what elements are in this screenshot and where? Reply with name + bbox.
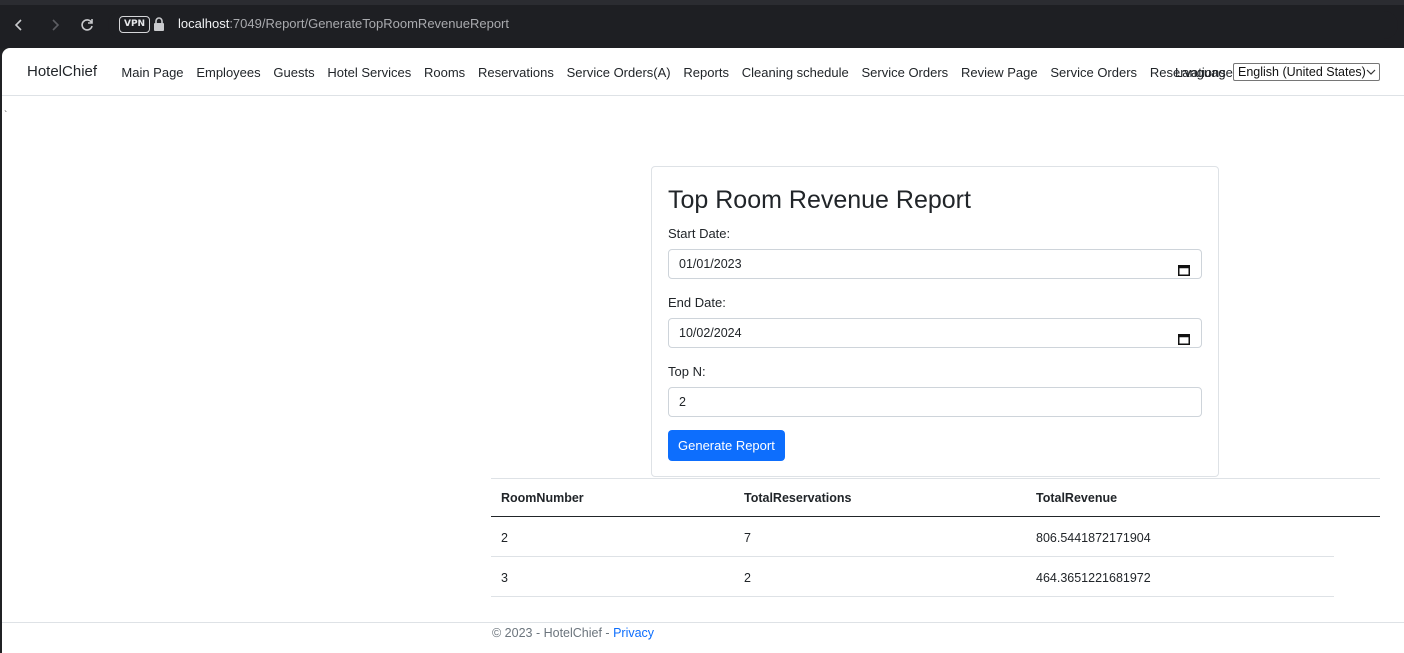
lock-icon[interactable]	[153, 17, 165, 31]
nav-links: Main Page Employees Guests Hotel Service…	[115, 65, 1232, 80]
top-n-input[interactable]: 2	[668, 387, 1202, 417]
end-date-label: End Date:	[668, 295, 726, 310]
start-date-label: Start Date:	[668, 226, 731, 241]
page-title: Top Room Revenue Report	[668, 186, 971, 214]
privacy-link[interactable]: Privacy	[613, 626, 654, 640]
column-header-room-number: RoomNumber	[501, 491, 584, 505]
brand-link[interactable]: HotelChief	[27, 63, 97, 80]
nav-link-service-orders-2[interactable]: Service Orders	[1044, 65, 1143, 80]
url-host: localhost	[178, 16, 230, 31]
cell-total-revenue: 464.3651221681972	[1036, 571, 1151, 585]
calendar-icon[interactable]	[1178, 258, 1190, 276]
chevron-down-icon	[1366, 64, 1376, 85]
back-icon[interactable]	[8, 14, 30, 36]
cell-room-number: 2	[501, 531, 508, 545]
generate-report-button[interactable]: Generate Report	[668, 430, 785, 461]
column-header-total-reservations: TotalReservations	[744, 491, 852, 505]
language-label: Language	[1175, 65, 1233, 80]
browser-toolbar: VPN localhost:7049/Report/GenerateTopRoo…	[0, 0, 1404, 48]
start-date-input[interactable]: 01/01/2023	[668, 249, 1202, 279]
cell-total-revenue: 806.5441872171904	[1036, 531, 1151, 545]
top-n-value: 2	[679, 395, 686, 409]
column-header-total-revenue: TotalRevenue	[1036, 491, 1118, 505]
nav-link-reports[interactable]: Reports	[677, 65, 735, 80]
cell-room-number: 3	[501, 571, 508, 585]
table-top-border	[491, 478, 1380, 479]
language-selected-value: English (United States)	[1238, 65, 1366, 79]
report-form-card: Top Room Revenue Report Start Date: 01/0…	[651, 166, 1219, 477]
reload-icon[interactable]	[76, 14, 98, 36]
tab-strip	[0, 0, 1404, 5]
footer-copyright: © 2023 - HotelChief -	[492, 626, 614, 640]
page-viewport: HotelChief Main Page Employees Guests Ho…	[2, 48, 1404, 653]
footer-divider	[2, 622, 1404, 623]
vpn-badge[interactable]: VPN	[119, 16, 151, 33]
top-n-label: Top N:	[668, 364, 706, 379]
nav-link-cleaning-schedule[interactable]: Cleaning schedule	[735, 65, 855, 80]
nav-link-review-page[interactable]: Review Page	[955, 65, 1044, 80]
nav-link-service-orders[interactable]: Service Orders	[855, 65, 954, 80]
nav-link-hotel-services[interactable]: Hotel Services	[321, 65, 418, 80]
row-divider	[491, 556, 1334, 557]
nav-link-service-orders-admin[interactable]: Service Orders(A)	[560, 65, 677, 80]
cell-total-reservations: 7	[744, 531, 751, 545]
nav-link-reservations[interactable]: Reservations	[472, 65, 561, 80]
end-date-value: 10/02/2024	[679, 326, 742, 340]
address-text[interactable]: localhost:7049/Report/GenerateTopRoomRev…	[178, 16, 509, 31]
footer: © 2023 - HotelChief - Privacy	[492, 626, 654, 640]
top-navbar: HotelChief Main Page Employees Guests Ho…	[2, 48, 1404, 96]
forward-icon[interactable]	[44, 14, 66, 36]
row-divider	[491, 596, 1334, 597]
nav-link-guests[interactable]: Guests	[267, 65, 321, 80]
end-date-input[interactable]: 10/02/2024	[668, 318, 1202, 348]
start-date-value: 01/01/2023	[679, 257, 742, 271]
nav-link-rooms[interactable]: Rooms	[418, 65, 472, 80]
nav-link-main-page[interactable]: Main Page	[115, 65, 190, 80]
cell-total-reservations: 2	[744, 571, 751, 585]
url-path: :7049/Report/GenerateTopRoomRevenueRepor…	[229, 16, 509, 31]
language-select[interactable]: English (United States)	[1233, 63, 1380, 81]
table-header-border	[491, 516, 1380, 517]
stray-mark: `	[4, 110, 8, 121]
calendar-icon[interactable]	[1178, 327, 1190, 345]
nav-link-employees[interactable]: Employees	[190, 65, 267, 80]
